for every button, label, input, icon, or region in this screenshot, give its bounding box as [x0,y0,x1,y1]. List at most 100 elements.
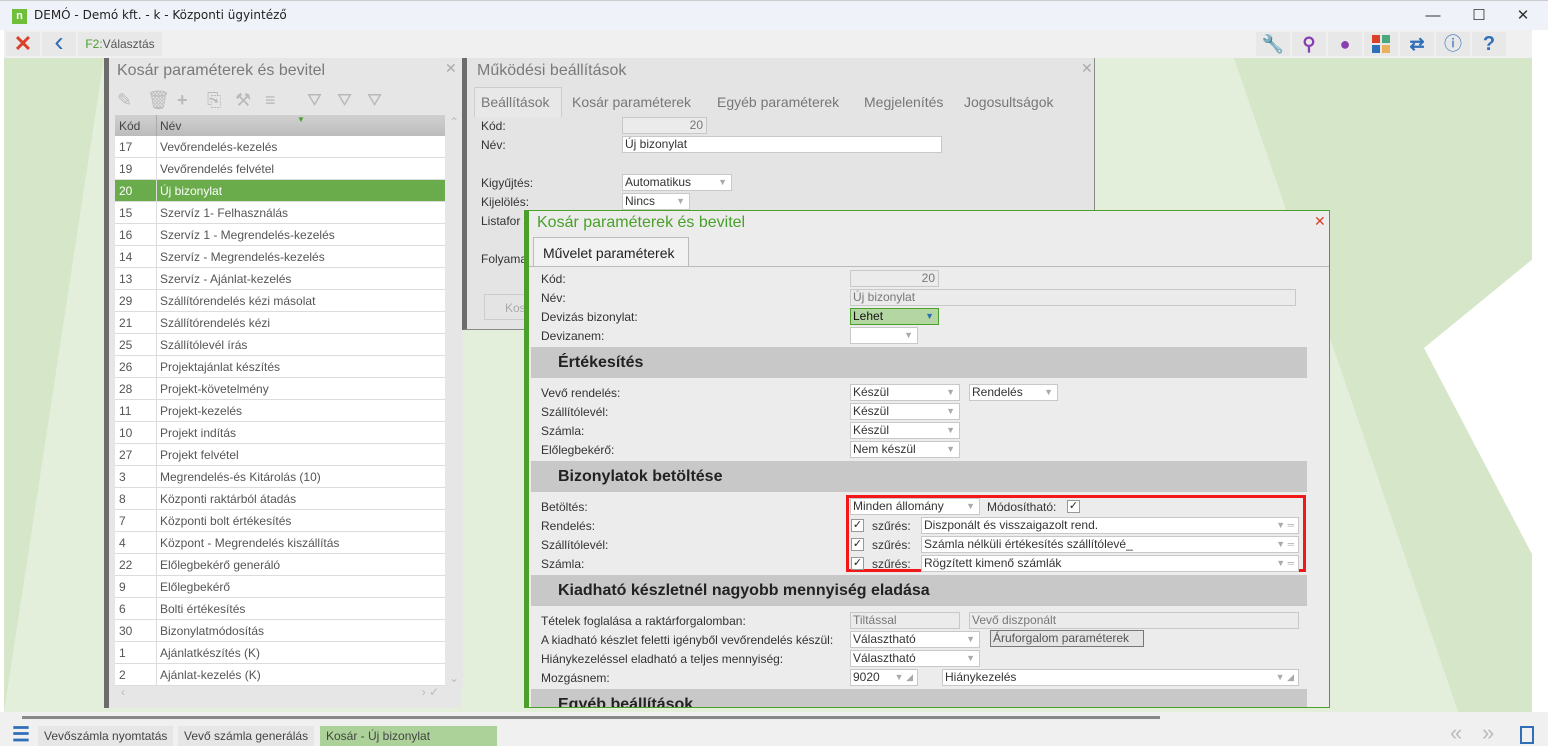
table-row[interactable]: 3 Megrendelés-és Kitárolás (10) [115,466,445,488]
cell-kod: 19 [119,162,133,176]
bottom-tab-vevo-szamla-generalas[interactable]: Vevő számla generálás [178,726,315,746]
table-row[interactable]: 2 Ajánlat-kezelés (K) [115,664,445,686]
horizontal-scrollbar[interactable]: ‹ › ✓ [115,685,445,701]
aruforgalom-button[interactable]: Áruforgalom paraméterek [990,630,1144,647]
table-row[interactable]: 9 Előlegbekérő [115,576,445,598]
tab-megjelenites[interactable]: Megjelenítés [864,94,943,110]
document-icon[interactable] [1520,726,1534,744]
table-row[interactable]: 6 Bolti értékesítés [115,598,445,620]
mozgas-name-select[interactable]: Hiánykezelés ▼ ◢ [942,669,1299,686]
filter-icon[interactable]: ⛛ [307,90,322,111]
table-row[interactable]: 4 Központ - Megrendelés kiszállítás [115,532,445,554]
table-row[interactable]: 7 Központi bolt értékesítés [115,510,445,532]
copy-icon[interactable]: ⎘ [207,90,221,111]
table-row[interactable]: 16 Szervíz 1 - Megrendelés-kezelés [115,224,445,246]
table-row[interactable]: 25 Szállítólevél írás [115,334,445,356]
szamla-select[interactable]: Készül ▼ [850,422,960,439]
table-row[interactable]: 30 Bizonylatmódosítás [115,620,445,642]
cell-kod: 1 [119,646,126,660]
table-row[interactable]: 1 Ajánlatkészítés (K) [115,642,445,664]
f2-select-button[interactable]: F2:Választás [78,32,162,56]
column-header-kod[interactable]: Kód [119,119,140,133]
kijeloles-select[interactable]: Nincs ▼ [622,193,690,210]
table-row[interactable]: 26 Projektajánlat készítés [115,356,445,378]
nev-field[interactable]: Új bizonylat [850,289,1296,306]
table-row[interactable]: 10 Projekt indítás [115,422,445,444]
tetelek-field[interactable]: Tiltással [850,612,960,629]
kigyujtes-select[interactable]: Automatikus ▼ [622,174,732,191]
tiles-icon[interactable] [1364,32,1398,56]
tab-muvelet-parameterek[interactable]: Művelet paraméterek [533,237,689,267]
table-row[interactable]: 17 Vevőrendelés-kezelés [115,136,445,158]
search-icon[interactable]: ⚲ [1292,32,1326,56]
devizanem-select[interactable]: ▼ [850,327,918,344]
rendeles-checkbox[interactable]: ✓ [851,519,864,532]
tetelek-label: Tételek foglalása a raktárforgalomban: [541,614,746,628]
tetelek-field-2[interactable]: Vevő diszponált [969,612,1299,629]
tab-jogosultsagok[interactable]: Jogosultságok [964,94,1054,110]
cell-nev: Projektajánlat készítés [160,360,281,374]
table-row[interactable]: 11 Projekt-kezelés [115,400,445,422]
table-row[interactable]: 13 Szervíz - Ajánlat-kezelés [115,268,445,290]
szallitolevel-checkbox[interactable]: ✓ [851,538,864,551]
table-row[interactable]: 27 Projekt felvétel [115,444,445,466]
close-dialog-icon[interactable]: ✕ [1314,213,1326,230]
table-row[interactable]: 22 Előlegbekérő generáló [115,554,445,576]
close-panel-icon[interactable]: ✕ [1081,60,1093,77]
tab-kosar-parameterek[interactable]: Kosár paraméterek [572,94,691,110]
table-row[interactable]: 15 Szervíz 1- Felhasználás [115,202,445,224]
hiany-select[interactable]: Választható ▼ [850,650,980,667]
table-row[interactable]: 29 Szállítórendelés kézi másolat [115,290,445,312]
deviza-select[interactable]: Lehet ▼ [850,308,939,325]
szamla-checkbox[interactable]: ✓ [851,557,864,570]
table-row[interactable]: 19 Vevőrendelés felvétel [115,158,445,180]
previous-icon[interactable]: « [1450,720,1462,746]
minimize-button[interactable]: — [1418,5,1448,27]
delete-icon[interactable]: 🗑 [147,90,170,111]
swap-icon[interactable]: ⇄ [1400,32,1434,56]
clear-filter-icon[interactable]: ⛛ [337,90,352,111]
close-panel-icon[interactable]: ✕ [445,60,457,77]
bottom-tab-vevoszamla-nyomtatas[interactable]: Vevőszámla nyomtatás [38,726,174,746]
edit-icon[interactable]: ✎ [117,90,132,111]
mozgas-code-select[interactable]: 9020 ▼ ◢ [850,669,918,686]
wrench-icon[interactable]: 🔧 [1256,32,1290,56]
table-row[interactable]: 14 Szervíz - Megrendelés-kezelés [115,246,445,268]
tab-beallitasok[interactable]: Beállítások [481,94,549,110]
hamburger-menu-icon[interactable]: ☰ [12,725,30,745]
menu-icon[interactable]: ≡ [265,90,276,111]
szallitolevel-select[interactable]: Készül ▼ [850,403,960,420]
rendeles-filter-select[interactable]: Diszponált és visszaigazolt rend. ▼ ═ [921,517,1299,534]
table-row[interactable]: 8 Központi raktárból átadás [115,488,445,510]
tab-egyeb-parameterek[interactable]: Egyéb paraméterek [717,94,839,110]
bottom-tab-kosar-uj-bizonylat[interactable]: Kosár - Új bizonylat [320,726,497,746]
table-row[interactable]: 28 Projekt-követelmény [115,378,445,400]
close-icon[interactable]: ✕ [6,32,40,56]
info-icon[interactable]: ⓘ [1436,32,1470,56]
close-window-button[interactable]: ✕ [1508,5,1538,27]
vertical-scrollbar[interactable]: ⌃ ⌄ [445,115,463,685]
help-icon[interactable]: ? [1472,32,1506,56]
maximize-button[interactable]: ☐ [1464,5,1494,27]
szallitolevel-filter-select[interactable]: Számla nélküli értékesítés szállítólevé_… [921,536,1299,553]
vevo-rendeles-select[interactable]: Készül ▼ [850,384,960,401]
tools-icon[interactable]: ⚒ [235,90,251,111]
back-icon[interactable]: ‹ [42,28,76,56]
nev-field[interactable]: Új bizonylat [622,136,942,153]
kod-field[interactable]: 20 [850,270,939,287]
kod-field[interactable]: 20 [622,117,707,134]
betoltes-select[interactable]: Minden állomány ▼ [850,498,980,515]
user-icon[interactable]: ● [1328,32,1362,56]
table-row[interactable]: 20 Új bizonylat [115,180,445,202]
kiadhato-select[interactable]: Választható ▼ [850,631,980,648]
add-filter-icon[interactable]: ⛛ [367,90,382,111]
add-icon[interactable]: + [177,90,188,111]
modosithato-checkbox[interactable]: ✓ [1067,500,1080,513]
vevo-rendeles-type-select[interactable]: Rendelés ▼ [969,384,1058,401]
szamla-filter-select[interactable]: Rögzített kimenő számlák ▼ ═ [921,555,1299,572]
eloleg-select[interactable]: Nem készül ▼ [850,441,960,458]
column-header-nev[interactable]: Név [160,119,181,133]
table-row[interactable]: 21 Szállítórendelés kézi [115,312,445,334]
horizontal-scrollbar[interactable] [22,716,1160,719]
next-icon[interactable]: » [1482,720,1494,746]
